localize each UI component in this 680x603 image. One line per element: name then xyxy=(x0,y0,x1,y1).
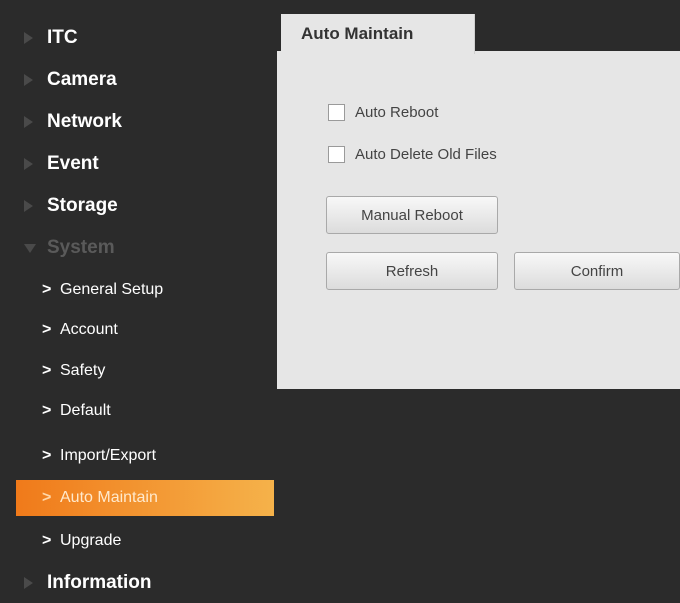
nav-item-network[interactable]: Network xyxy=(0,102,276,142)
sidebar: ITC Camera Network Event Storage System … xyxy=(0,0,276,603)
auto-delete-old-files-checkbox[interactable] xyxy=(328,146,345,163)
chevron-right-icon: > xyxy=(42,321,52,338)
nav-item-label: Event xyxy=(47,153,99,174)
chevron-right-icon: > xyxy=(42,489,52,506)
confirm-button[interactable]: Confirm xyxy=(514,252,680,290)
nav-item-label: ITC xyxy=(47,27,78,48)
sidebar-item-upgrade[interactable]: > Upgrade xyxy=(16,523,274,559)
sidebar-item-label: General Setup xyxy=(60,281,164,298)
auto-reboot-row: Auto Reboot xyxy=(328,104,438,121)
tab-label: Auto Maintain xyxy=(301,24,414,43)
nav-item-label: Camera xyxy=(47,69,117,90)
nav-item-storage[interactable]: Storage xyxy=(0,186,276,226)
sidebar-item-auto-maintain[interactable]: > Auto Maintain xyxy=(16,480,274,516)
sidebar-item-label: Auto Maintain xyxy=(60,489,158,506)
sidebar-item-import-export[interactable]: > Import/Export xyxy=(16,438,274,474)
nav-item-system[interactable]: System xyxy=(0,228,276,268)
auto-reboot-checkbox[interactable] xyxy=(328,104,345,121)
manual-reboot-button[interactable]: Manual Reboot xyxy=(326,196,498,234)
nav-item-label: Network xyxy=(47,111,122,132)
tab-auto-maintain[interactable]: Auto Maintain xyxy=(281,14,475,54)
sidebar-item-account[interactable]: > Account xyxy=(16,312,274,348)
nav-item-camera[interactable]: Camera xyxy=(0,60,276,100)
auto-delete-row: Auto Delete Old Files xyxy=(328,146,497,163)
sidebar-item-safety[interactable]: > Safety xyxy=(16,353,274,389)
collapsed-arrow-icon xyxy=(24,74,33,86)
collapsed-arrow-icon xyxy=(24,577,33,589)
nav-item-event[interactable]: Event xyxy=(0,144,276,184)
sidebar-item-general-setup[interactable]: > General Setup xyxy=(16,272,274,308)
sidebar-item-label: Upgrade xyxy=(60,532,122,549)
chevron-right-icon: > xyxy=(42,532,52,549)
nav-item-itc[interactable]: ITC xyxy=(0,18,276,58)
collapsed-arrow-icon xyxy=(24,32,33,44)
chevron-right-icon: > xyxy=(42,402,52,419)
refresh-button[interactable]: Refresh xyxy=(326,252,498,290)
nav-item-label: Storage xyxy=(47,195,118,216)
nav-item-label: Information xyxy=(47,572,152,593)
sidebar-item-label: Safety xyxy=(60,362,106,379)
collapsed-arrow-icon xyxy=(24,158,33,170)
chevron-right-icon: > xyxy=(42,281,52,298)
chevron-right-icon: > xyxy=(42,447,52,464)
sidebar-item-default[interactable]: > Default xyxy=(16,393,274,429)
sidebar-item-label: Account xyxy=(60,321,118,338)
collapsed-arrow-icon xyxy=(24,200,33,212)
auto-reboot-label: Auto Reboot xyxy=(355,104,439,121)
nav-item-label: System xyxy=(47,237,115,258)
chevron-right-icon: > xyxy=(42,362,52,379)
auto-delete-old-files-label: Auto Delete Old Files xyxy=(355,146,497,163)
sidebar-item-label: Import/Export xyxy=(60,447,157,464)
sidebar-item-label: Default xyxy=(60,402,111,419)
nav-item-information[interactable]: Information xyxy=(0,563,276,603)
expanded-arrow-icon xyxy=(24,243,36,253)
collapsed-arrow-icon xyxy=(24,116,33,128)
